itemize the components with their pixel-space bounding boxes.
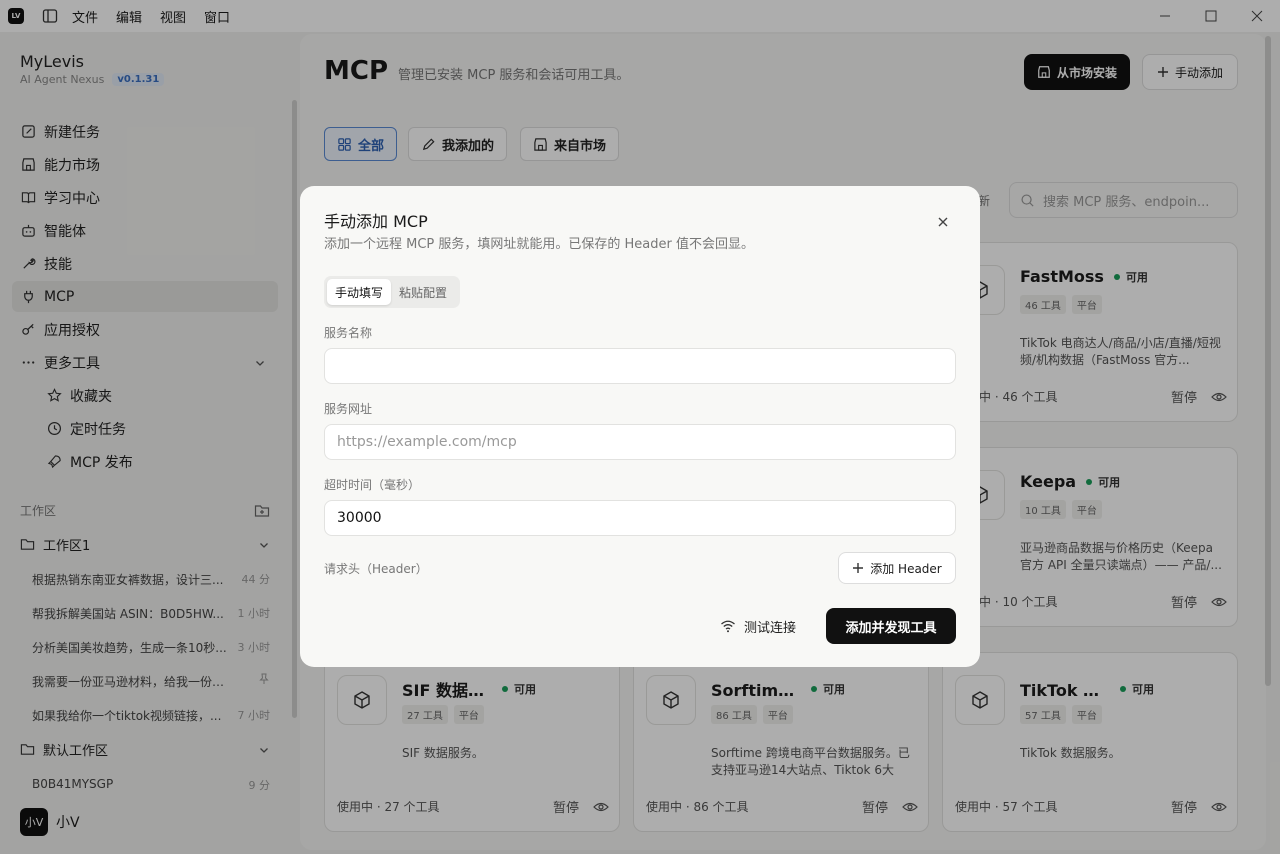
add-mcp-dialog: 手动添加 MCP 添加一个远程 MCP 服务，填网址就能用。已保存的 Heade… <box>300 186 980 667</box>
add-header-button[interactable]: 添加 Header <box>838 552 956 584</box>
timeout-field[interactable]: 30000 <box>324 500 956 536</box>
service-name-label: 服务名称 <box>324 326 373 340</box>
dialog-subtitle: 添加一个远程 MCP 服务，填网址就能用。已保存的 Header 值不会回显。 <box>324 237 754 252</box>
tab-manual-fill[interactable]: 手动填写 <box>327 279 392 305</box>
service-url-label: 服务网址 <box>324 402 373 416</box>
tab-paste-config[interactable]: 粘贴配置 <box>391 279 455 305</box>
add-header-label: 添加 Header <box>870 561 942 576</box>
dialog-title: 手动添加 MCP <box>324 212 428 231</box>
plus-icon <box>852 562 870 574</box>
wifi-icon <box>720 618 744 634</box>
service-name-field[interactable] <box>324 348 956 384</box>
test-connection-label: 测试连接 <box>744 620 797 636</box>
close-icon[interactable] <box>935 214 951 230</box>
timeout-label: 超时时间（毫秒） <box>324 478 421 492</box>
header-label: 请求头（Header） <box>324 562 428 576</box>
test-connection-button[interactable]: 测试连接 <box>720 608 796 644</box>
add-and-discover-button[interactable]: 添加并发现工具 <box>826 608 956 644</box>
service-url-field[interactable]: https://example.com/mcp <box>324 424 956 460</box>
mode-switcher: 手动填写 粘贴配置 <box>324 276 460 308</box>
